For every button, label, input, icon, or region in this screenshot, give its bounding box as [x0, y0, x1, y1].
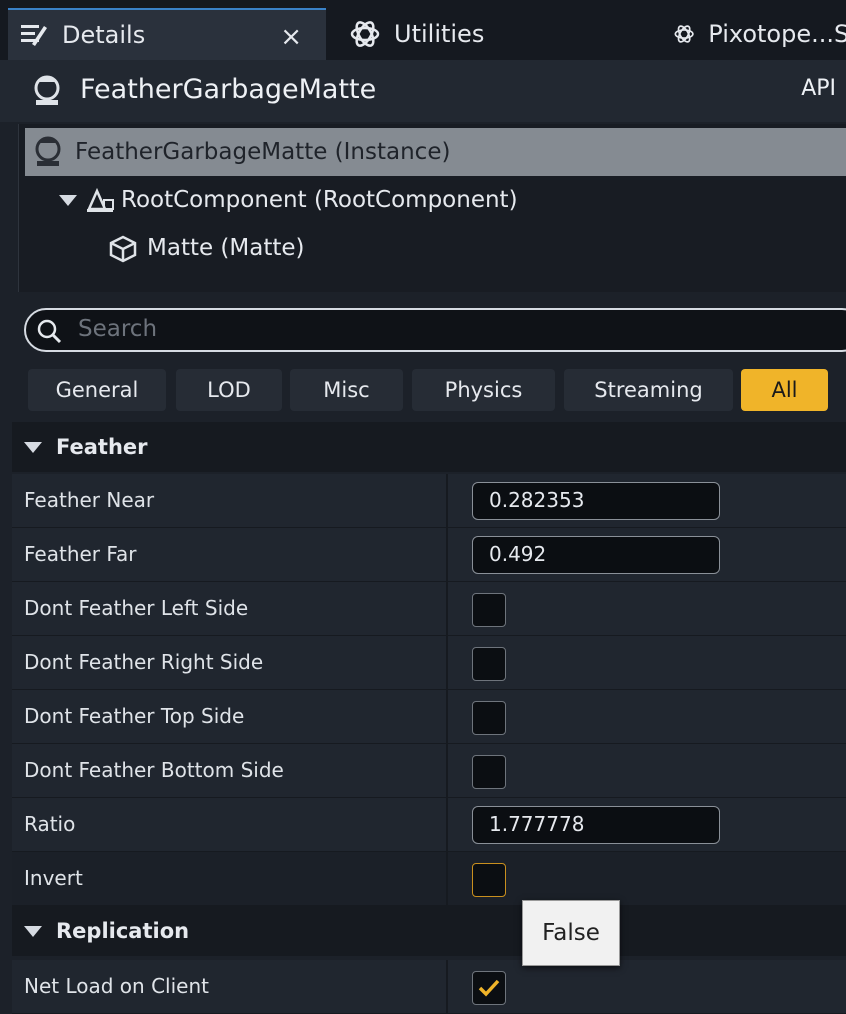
category-label: Feather: [56, 435, 148, 459]
filter-all[interactable]: All: [741, 369, 828, 411]
tree-item-matte[interactable]: Matte (Matte): [25, 224, 846, 272]
tab-details[interactable]: Details ×: [8, 8, 326, 60]
value-tooltip: False: [522, 900, 620, 966]
column-divider[interactable]: [446, 582, 448, 635]
property-dont-feather-top: Dont Feather Top Side: [12, 690, 846, 744]
expand-arrow-icon[interactable]: [59, 194, 77, 206]
atom-icon: [350, 21, 380, 47]
scene-component-icon: [87, 187, 114, 212]
property-dont-feather-left: Dont Feather Left Side: [12, 582, 846, 636]
tab-utilities-label: Utilities: [394, 20, 485, 48]
cube-icon: [109, 235, 137, 263]
tree-item-label: RootComponent (RootComponent): [121, 187, 518, 213]
ratio-field[interactable]: 1.777778: [472, 806, 720, 844]
component-tree: FeatherGarbageMatte (Instance) RootCompo…: [18, 124, 846, 292]
search-placeholder: Search: [78, 316, 158, 342]
property-label: Ratio: [24, 812, 76, 836]
property-invert: Invert: [12, 852, 846, 906]
feather-far-field[interactable]: 0.492: [472, 536, 720, 574]
column-divider[interactable]: [446, 636, 448, 689]
search-icon: [37, 319, 62, 344]
net-load-on-client-checkbox[interactable]: [472, 971, 506, 1005]
property-net-load-on-client: Net Load on Client: [12, 960, 846, 1014]
property-label: Net Load on Client: [24, 974, 209, 998]
property-ratio: Ratio 1.777778: [12, 798, 846, 852]
filter-misc[interactable]: Misc: [290, 369, 403, 411]
property-label: Feather Far: [24, 542, 137, 566]
column-divider[interactable]: [446, 474, 448, 527]
column-divider[interactable]: [446, 690, 448, 743]
api-button[interactable]: API: [801, 76, 836, 101]
actor-icon: [35, 136, 61, 166]
filter-streaming[interactable]: Streaming: [564, 369, 733, 411]
close-tab-button[interactable]: ×: [280, 22, 302, 52]
filter-physics[interactable]: Physics: [412, 369, 555, 411]
invert-checkbox[interactable]: [472, 863, 506, 897]
checkmark-icon: [478, 979, 500, 997]
filter-general[interactable]: General: [28, 369, 166, 411]
feather-near-field[interactable]: 0.282353: [472, 482, 720, 520]
tree-item-root-component[interactable]: RootComponent (RootComponent): [25, 176, 846, 224]
column-divider[interactable]: [446, 744, 448, 797]
column-divider[interactable]: [446, 960, 448, 1013]
property-label: Dont Feather Top Side: [24, 704, 245, 728]
actor-header: FeatherGarbageMatte API: [0, 60, 846, 122]
tab-utilities[interactable]: Utilities: [340, 8, 640, 60]
tree-item-instance[interactable]: FeatherGarbageMatte (Instance): [25, 128, 846, 176]
property-label: Dont Feather Left Side: [24, 596, 249, 620]
column-divider[interactable]: [446, 798, 448, 851]
actor-icon: [34, 75, 60, 105]
search-input[interactable]: Search: [24, 308, 846, 352]
tab-pixotope[interactable]: Pixotope...Se: [664, 8, 846, 60]
category-label: Replication: [56, 919, 190, 943]
filter-lod[interactable]: LOD: [176, 369, 282, 411]
collapse-arrow-icon: [24, 441, 42, 453]
dont-feather-top-checkbox[interactable]: [472, 701, 506, 735]
dont-feather-right-checkbox[interactable]: [472, 647, 506, 681]
tree-item-label: FeatherGarbageMatte (Instance): [75, 139, 451, 165]
column-divider[interactable]: [446, 528, 448, 581]
property-dont-feather-bottom: Dont Feather Bottom Side: [12, 744, 846, 798]
actor-name: FeatherGarbageMatte: [80, 74, 377, 105]
dont-feather-bottom-checkbox[interactable]: [472, 755, 506, 789]
category-feather[interactable]: Feather: [12, 422, 846, 472]
details-icon: [21, 25, 47, 46]
tab-bar: Details × Utilities Pixotope...Se: [0, 0, 846, 60]
property-label: Feather Near: [24, 488, 155, 512]
property-feather-near: Feather Near 0.282353: [12, 474, 846, 528]
property-label: Invert: [24, 866, 83, 890]
property-feather-far: Feather Far 0.492: [12, 528, 846, 582]
dont-feather-left-checkbox[interactable]: [472, 593, 506, 627]
property-label: Dont Feather Bottom Side: [24, 758, 284, 782]
collapse-arrow-icon: [24, 925, 42, 937]
column-divider[interactable]: [446, 852, 448, 905]
atom-icon: [674, 25, 694, 43]
tab-pixotope-label: Pixotope...Se: [708, 20, 846, 48]
property-dont-feather-right: Dont Feather Right Side: [12, 636, 846, 690]
tree-item-label: Matte (Matte): [147, 235, 305, 261]
category-replication[interactable]: Replication: [12, 906, 846, 956]
tab-details-label: Details: [62, 21, 146, 49]
property-label: Dont Feather Right Side: [24, 650, 264, 674]
